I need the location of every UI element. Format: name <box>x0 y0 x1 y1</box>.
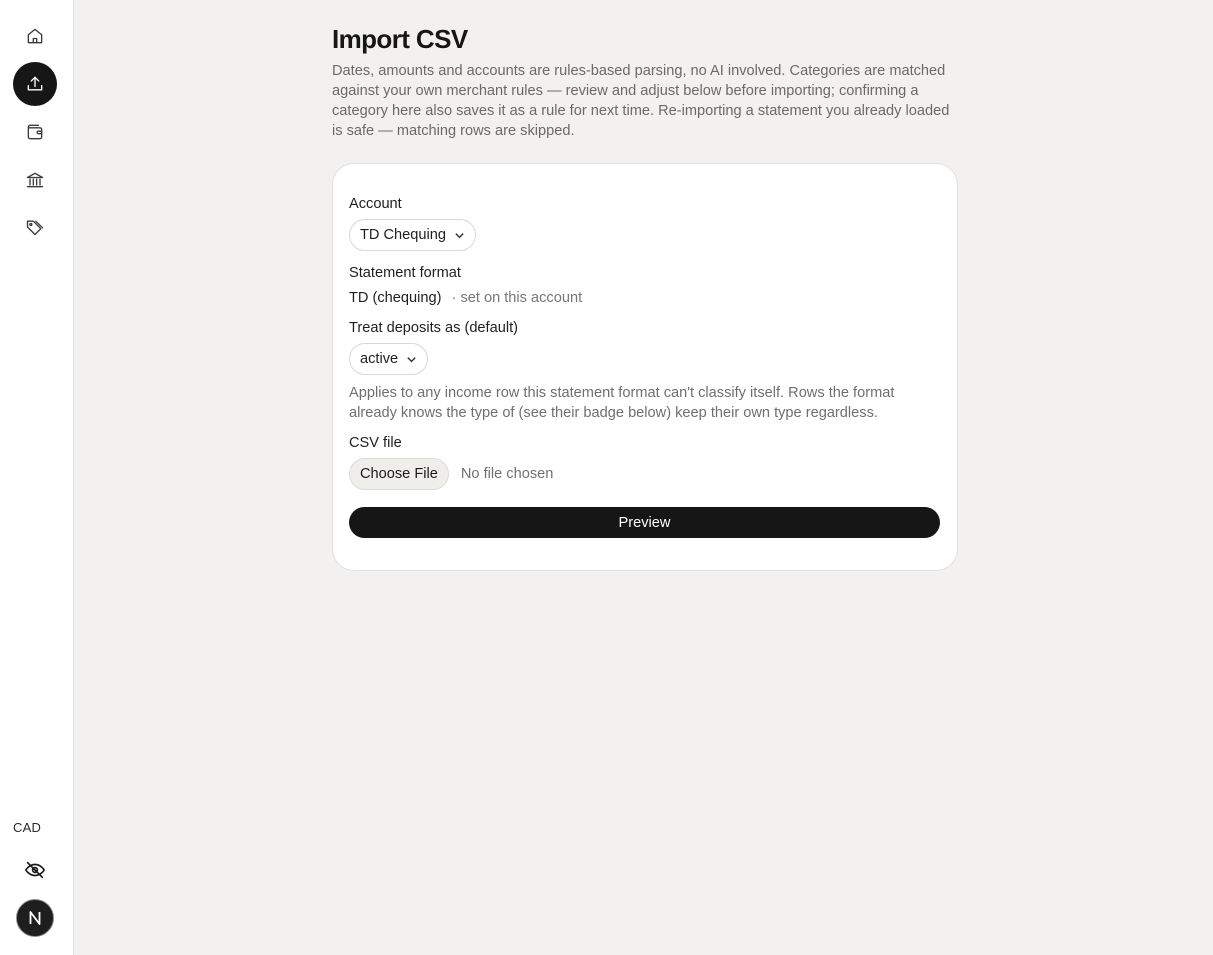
currency-label[interactable]: CAD <box>13 820 41 835</box>
nav-home[interactable] <box>13 14 57 58</box>
preview-button[interactable]: Preview <box>349 507 940 538</box>
csv-file-label: CSV file <box>349 435 402 451</box>
nav-import[interactable] <box>13 62 57 106</box>
page-title: Import CSV <box>332 24 468 54</box>
app-root: CAD Import CSV Dates, amounts and accoun… <box>0 0 1213 955</box>
nav-accounts[interactable] <box>13 158 57 202</box>
tags-icon <box>26 220 44 236</box>
home-icon <box>27 28 43 44</box>
file-status: No file chosen <box>460 466 554 482</box>
bank-icon <box>26 172 44 188</box>
sidebar: CAD <box>0 0 74 955</box>
deposits-label: Treat deposits as (default) <box>349 320 518 336</box>
account-select[interactable]: TD Chequing <box>349 219 476 251</box>
privacy-toggle[interactable] <box>17 852 53 888</box>
statement-format-value: TD (chequing) <box>349 290 442 306</box>
user-initial-icon <box>29 911 41 925</box>
import-page: Import CSV Dates, amounts and accounts a… <box>332 22 958 571</box>
chevron-down-icon <box>407 356 416 362</box>
account-select-value: TD Chequing <box>360 227 446 243</box>
deposits-help-text: Applies to any income row this statement… <box>349 385 895 421</box>
import-form-card: Account TD Chequing Statement format TD … <box>332 163 958 571</box>
statement-format-label: Statement format <box>349 265 461 281</box>
statement-format-note: · set on this account <box>451 290 583 306</box>
page-description: Dates, amounts and accounts are rules-ba… <box>332 63 950 139</box>
avatar[interactable] <box>16 899 54 937</box>
chevron-down-icon <box>455 232 464 238</box>
choose-file-button[interactable]: Choose File <box>349 458 449 490</box>
statement-format-row: TD (chequing) · set on this account <box>349 288 941 308</box>
account-label: Account <box>349 196 402 212</box>
deposits-select[interactable]: active <box>349 343 429 375</box>
nav-categories[interactable] <box>13 205 57 249</box>
nav-wallet[interactable] <box>13 110 57 154</box>
eye-off-icon <box>25 861 45 879</box>
file-input: Choose File No file chosen <box>349 458 941 490</box>
deposits-select-value: active <box>360 351 399 367</box>
upload-icon <box>27 76 43 91</box>
main-content: Import CSV Dates, amounts and accounts a… <box>74 0 1213 955</box>
wallet-icon <box>27 124 43 140</box>
